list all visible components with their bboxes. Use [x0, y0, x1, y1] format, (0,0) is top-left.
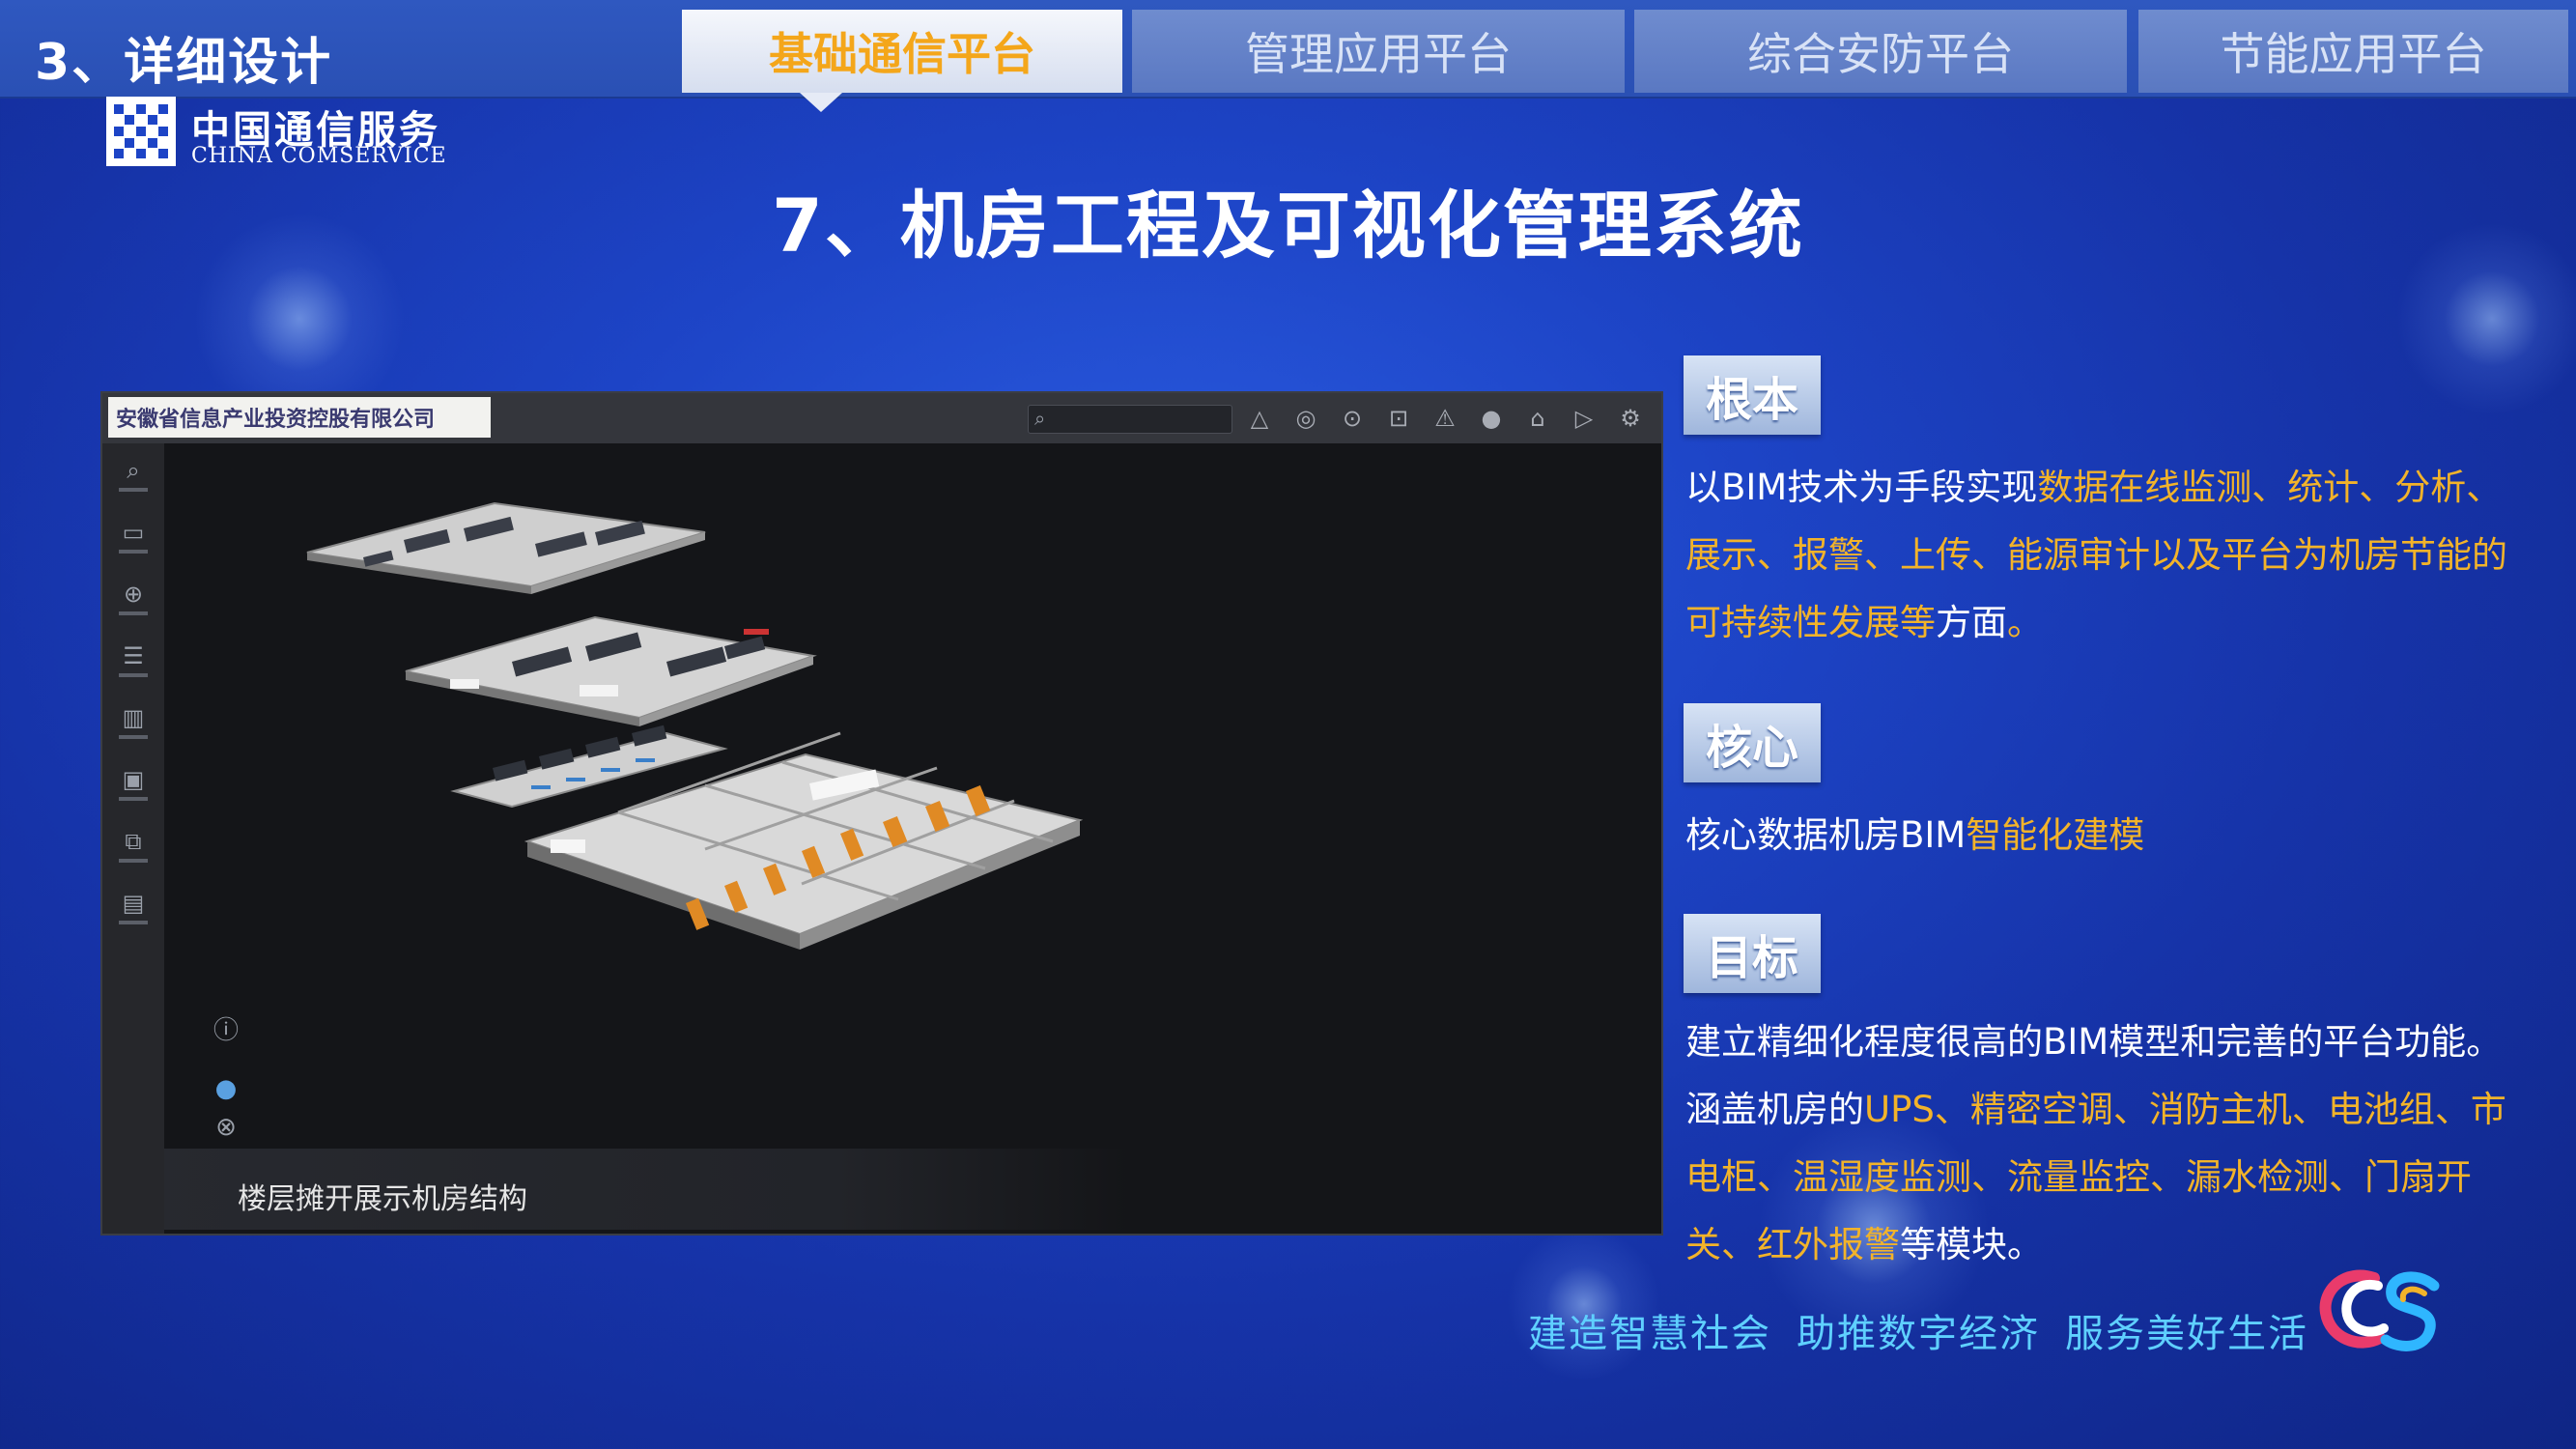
tab-integrated-security[interactable]: 综合安防平台	[1634, 10, 2127, 93]
screen-icon[interactable]: ▤	[112, 890, 155, 940]
slogan-item: 建造智慧社会	[1528, 1312, 1771, 1356]
target-icon[interactable]: ⊙	[1337, 403, 1368, 434]
list-icon[interactable]: ☰	[112, 642, 155, 693]
warning-icon[interactable]: ⚠	[1430, 403, 1460, 434]
tag-core: 核心	[1684, 703, 1821, 782]
china-comservice-logo-icon	[106, 97, 176, 166]
screenshot-toolbar: 安徽省信息产业投资控股有限公司 ⌕ △ ◎ ⊙ ⊡ ⚠ ● ⌂ ▷ ⚙	[102, 393, 1661, 444]
bim-floor-model-illustration	[306, 501, 1084, 950]
viewport-caption: 楼层摊开展示机房结构	[238, 1182, 527, 1216]
search-icon: ⌕	[1034, 407, 1046, 430]
tab-energy-saving[interactable]: 节能应用平台	[2138, 10, 2568, 93]
tab-management-application[interactable]: 管理应用平台	[1132, 10, 1625, 93]
foundation-text: 以BIM技术为手段实现数据在线监测、统计、分析、展示、报警、上传、能源审计以及平…	[1685, 454, 2535, 657]
search-input[interactable]: ⌕	[1028, 405, 1232, 434]
compass-icon[interactable]: ●	[211, 1073, 241, 1104]
cloud-icon[interactable]: △	[1244, 403, 1275, 434]
section-title: 3、详细设计	[35, 34, 333, 92]
network-icon[interactable]: ⧉	[112, 828, 155, 878]
toolbar-icons: △ ◎ ⊙ ⊡ ⚠ ● ⌂ ▷ ⚙	[1244, 403, 1646, 434]
tag-foundation: 根本	[1684, 355, 1821, 435]
close-icon[interactable]: ⊗	[211, 1112, 241, 1143]
info-icon[interactable]: ⓘ	[211, 1015, 241, 1046]
play-icon[interactable]: ▷	[1569, 403, 1599, 434]
screenshot-sidebar: ⌕ ▭ ⊕ ☰ ▥ ▣ ⧉ ▤	[102, 443, 165, 1234]
highlight-segment: 智能化建模	[1966, 814, 2145, 856]
tab-basic-communication[interactable]: 基础通信平台	[682, 10, 1122, 93]
text-segment: 方面	[1936, 602, 2007, 643]
goal-text: 建立精细化程度很高的BIM模型和完善的平台功能。涵盖机房的UPS、精密空调、消防…	[1685, 1009, 2535, 1279]
page-title: 7、机房工程及可视化管理系统	[772, 183, 1804, 269]
highlight-segment: 。	[2007, 602, 2043, 643]
core-text: 核心数据机房BIM智能化建模	[1685, 802, 2535, 869]
ccs-brand-logo-icon	[2319, 1269, 2440, 1351]
text-segment: 以BIM技术为手段实现	[1685, 467, 2038, 508]
folder-icon[interactable]: ▭	[112, 519, 155, 569]
home-icon[interactable]: ⌂	[1522, 403, 1553, 434]
inspect-icon[interactable]: ⊕	[112, 581, 155, 631]
record-icon[interactable]: ●	[1476, 403, 1507, 434]
active-tab-indicator	[800, 93, 842, 112]
text-segment: 等模块。	[1900, 1224, 2043, 1265]
settings-icon[interactable]: ⚙	[1615, 403, 1646, 434]
building-icon[interactable]: ▥	[112, 704, 155, 754]
bim-system-screenshot: 安徽省信息产业投资控股有限公司 ⌕ △ ◎ ⊙ ⊡ ⚠ ● ⌂ ▷ ⚙ ⌕ ▭ …	[100, 391, 1663, 1236]
logo-english-name: CHINA COMSERVICE	[191, 144, 447, 168]
slogan: 建造智慧社会 助推数字经济 服务美好生活	[1528, 1302, 2334, 1358]
slogan-item: 服务美好生活	[2065, 1312, 2308, 1356]
top-navigation-bar: 3、详细设计 基础通信平台 管理应用平台 综合安防平台 节能应用平台	[0, 0, 2576, 99]
monitor-icon[interactable]: ▣	[112, 766, 155, 816]
search-icon[interactable]: ⌕	[112, 457, 155, 507]
text-segment: 核心数据机房BIM	[1685, 814, 1967, 856]
company-banner: 安徽省信息产业投资控股有限公司	[108, 397, 491, 438]
globe-icon[interactable]: ◎	[1290, 403, 1321, 434]
slogan-item: 助推数字经济	[1797, 1312, 2040, 1356]
tag-goal: 目标	[1684, 914, 1821, 993]
3d-viewport[interactable]: 楼层摊开展示机房结构 ⓘ ● ⊗	[164, 443, 1661, 1234]
chart-icon[interactable]: ⊡	[1383, 403, 1414, 434]
